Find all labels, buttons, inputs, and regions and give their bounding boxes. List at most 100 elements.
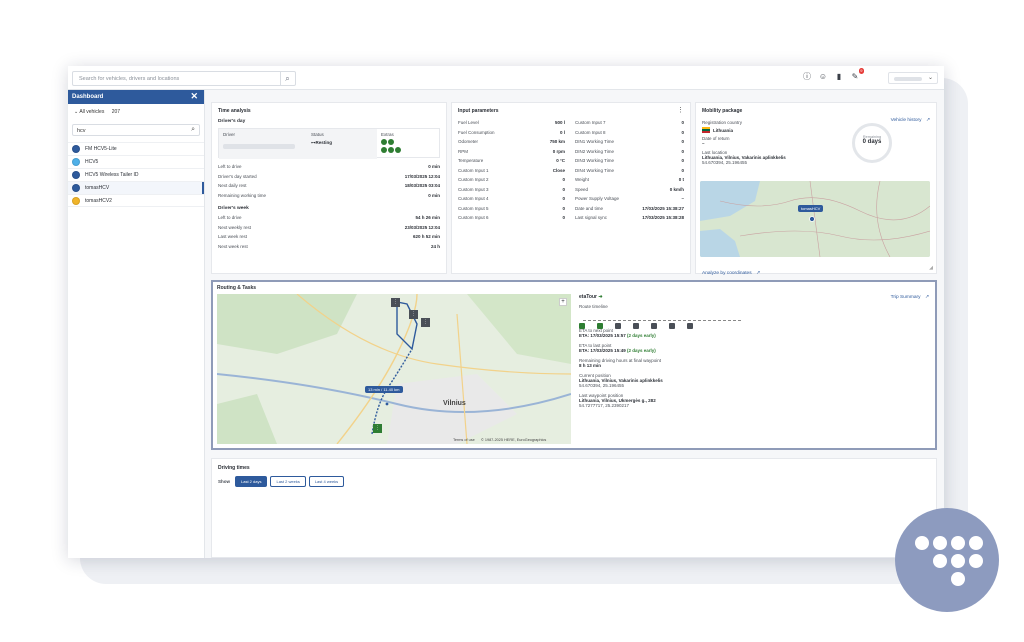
range-tab-last-4-weeks[interactable]: Last 4 weeks — [308, 476, 345, 487]
zoom-in-icon[interactable]: + — [559, 298, 567, 306]
extra-icon — [381, 139, 387, 145]
driving-times-card: Driving times Show Last 2 days Last 2 we… — [211, 458, 937, 558]
list-item[interactable]: tomasHCV — [68, 181, 204, 195]
card-title: Time analysis — [218, 108, 251, 114]
user-name-blurred — [894, 77, 922, 81]
timeline-step[interactable] — [597, 323, 603, 329]
info-icon[interactable]: ⓘ — [802, 72, 812, 82]
timeline-step[interactable] — [687, 323, 693, 329]
date-of-return: – — [702, 141, 705, 146]
list-item[interactable]: HCV5 — [68, 155, 204, 168]
timeline-step[interactable] — [633, 323, 639, 329]
week-rows: Left to drive 54 h 26 min Next weekly res… — [218, 213, 440, 251]
timeline-steps — [579, 316, 705, 334]
table-row: Custom Input 80 — [575, 129, 684, 135]
vehicle-search-input[interactable]: hcv ⌕ — [72, 124, 200, 136]
vehicle-list: FM HCV5-Lite HCV5 HCV5 Wireless Tailer I… — [68, 142, 204, 207]
top-icons: ⓘ ☺ ▮ ✎ 9 — [802, 68, 864, 82]
list-item[interactable]: FM HCV5-Lite — [68, 142, 204, 155]
extra-icon — [381, 147, 387, 153]
column-header: Extras — [381, 132, 394, 137]
table-row: Custom Input 30 — [458, 186, 566, 192]
lithuania-flag-icon — [702, 127, 710, 133]
global-search-input[interactable]: Search for vehicles, drivers and locatio… — [72, 71, 296, 86]
analyze-coordinates-link[interactable]: Analyze by coordinates ↗ — [702, 261, 760, 279]
map-svg — [700, 181, 930, 257]
search-icon[interactable]: ⌕ — [191, 126, 195, 134]
table-row: Remaining working time 0 min — [218, 192, 440, 198]
table-row: Last signal sync 17/03/2025 15:38:28 — [575, 215, 684, 221]
route-timeline-label: Route timeline — [579, 304, 608, 309]
timeline-step[interactable] — [615, 323, 621, 329]
list-item[interactable]: tomasHCV2 — [68, 194, 204, 207]
table-row: Temperature 0 °C — [458, 158, 566, 164]
search-icon[interactable]: ⌕ — [280, 72, 294, 85]
sidebar-title: Dashboard — [72, 94, 104, 100]
list-item[interactable]: HCV5 Wireless Tailer ID — [68, 168, 204, 181]
vehicle-name: HCV5 — [85, 159, 99, 165]
logo-dot — [951, 554, 965, 568]
card-title: Driving times — [218, 465, 250, 471]
remaining-hours-value: 8 h 13 min — [579, 363, 602, 368]
driver-status-box: Driver Status ⊶Resting Extras — [218, 128, 443, 159]
vehicle-icon — [72, 158, 80, 166]
routing-tasks-card: Routing & Tasks Trip Summary ↗ 13 min / … — [211, 280, 937, 450]
card-title: Routing & Tasks — [217, 285, 257, 291]
eta-last-value: ETA: 17/03/2025 15:49 (2 days early) — [579, 348, 656, 353]
table-row: Custom Input 60 — [458, 215, 566, 221]
table-row: DIN3 Working Time 0 — [575, 158, 684, 164]
vehicle-history-link[interactable]: Vehicle history ↗ — [891, 108, 930, 126]
route-info-badge: 13 min / 11.40 km — [365, 386, 403, 393]
sidebar: Dashboard ✕ ⌄ All vehicles 207 hcv ⌕ FM … — [68, 90, 205, 558]
notifications-icon[interactable]: ✎ 9 — [850, 68, 864, 82]
book-icon[interactable]: ▮ — [834, 72, 844, 82]
route-map[interactable]: 13 min / 11.40 km Vilnius ⋮ ⋮ ⋮ ⋮ + Term… — [217, 294, 571, 444]
map-terms[interactable]: Terms of use — [453, 438, 475, 442]
map-city-label: Vilnius — [443, 400, 466, 407]
table-row: Fuel Level 500 l — [458, 120, 566, 126]
table-row: Speed 0 km/h — [575, 186, 684, 192]
table-row: DIN1 Working Time 0 — [575, 139, 684, 145]
resize-handle-icon[interactable]: ◢ — [929, 265, 933, 271]
timeline-step[interactable] — [579, 323, 585, 329]
section-title: Driver's week — [218, 206, 249, 211]
range-tab-last-2-weeks[interactable]: Last 2 weeks — [270, 476, 306, 487]
dashboard-main: Time analysis Driver's day Driver Status… — [205, 90, 944, 558]
more-icon[interactable]: ⋮ — [677, 106, 684, 114]
logo-dot — [951, 572, 965, 586]
waypoint-marker[interactable]: ⋮ — [391, 298, 400, 307]
timeline-step[interactable] — [669, 323, 675, 329]
extras-column: Extras — [377, 129, 443, 159]
vehicle-name: tomasHCV2 — [85, 197, 112, 204]
table-row: Left to drive 0 min — [218, 164, 440, 170]
vehicle-name: HCV5 Wireless Tailer ID — [85, 172, 139, 178]
waypoint-marker[interactable]: ⋮ — [421, 318, 430, 327]
external-link-icon: ↗ — [924, 295, 929, 300]
vehicle-search-value: hcv — [77, 128, 86, 134]
trip-summary-link[interactable]: Trip Summary ↗ — [891, 285, 929, 303]
user-menu[interactable]: ⌄ — [888, 72, 938, 84]
extra-icon — [388, 147, 394, 153]
timeline-step[interactable] — [651, 323, 657, 329]
logo-dot — [933, 554, 947, 568]
external-link-icon: ↗ — [756, 271, 761, 276]
map-vehicle-badge[interactable]: tomasHCV — [798, 205, 824, 212]
remaining-value: 0 days — [862, 139, 882, 145]
last-waypoint-coordinates: 54.7277717, 25.2390217 — [579, 403, 630, 408]
tour-header: etaTour ➜ — [579, 294, 603, 300]
table-row: Next weekly rest 23/03/2025 12:04 — [218, 224, 440, 230]
column-header: Driver — [223, 132, 235, 137]
waypoint-marker[interactable]: ⋮ — [409, 310, 418, 319]
mobility-map[interactable]: tomasHCV — [700, 181, 930, 257]
range-selector: Show Last 2 days Last 2 weeks Last 4 wee… — [218, 476, 930, 487]
waypoint-marker[interactable]: ⋮ — [373, 424, 382, 433]
range-tab-last-2-days[interactable]: Last 2 days — [235, 476, 268, 487]
table-row: Next week rest 24 h — [218, 243, 440, 249]
vehicle-name: FM HCV5-Lite — [85, 146, 117, 152]
table-row: Driver's day started 17/03/2025 12:04 — [218, 173, 440, 179]
table-row: Custom Input 50 — [458, 205, 566, 211]
users-icon[interactable]: ☺ — [818, 72, 828, 82]
close-icon[interactable]: ✕ — [190, 91, 198, 102]
all-vehicles-toggle[interactable]: ⌄ All vehicles 207 — [68, 104, 204, 120]
brand-logo — [895, 508, 999, 612]
